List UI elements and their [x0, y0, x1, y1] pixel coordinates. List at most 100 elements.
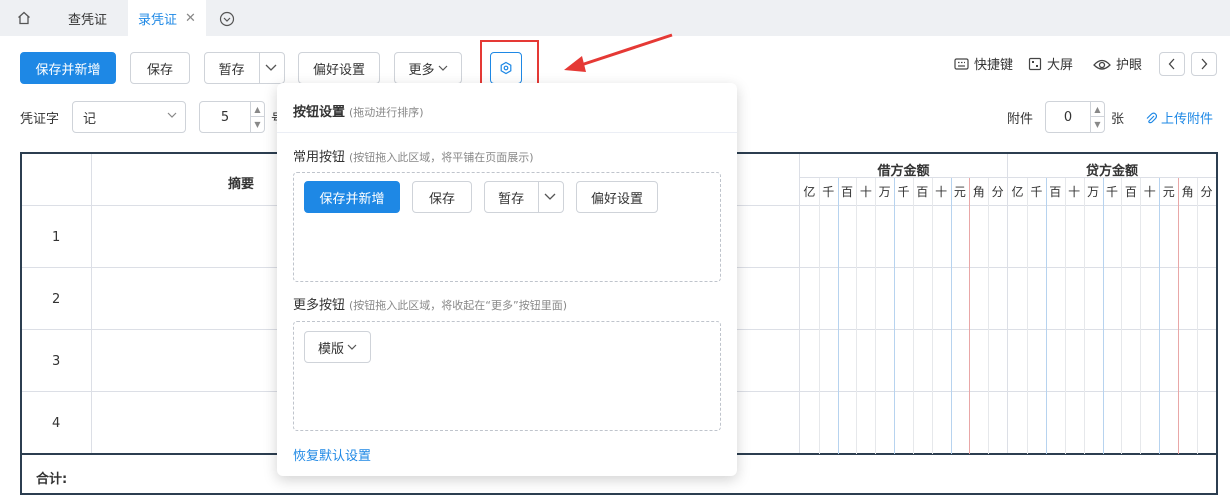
save-button[interactable]: 保存 — [130, 52, 190, 84]
save-and-new-button[interactable]: 保存并新增 — [20, 52, 116, 84]
eye-care-button[interactable]: 护眼 — [1093, 54, 1142, 73]
credit-header: 贷方金额 — [1085, 164, 1138, 179]
digit-label: 千 — [822, 185, 835, 199]
fullscreen-button[interactable]: 大屏 — [1028, 54, 1073, 73]
restore-default-link[interactable]: 恢复默认设置 — [293, 445, 371, 464]
home-icon — [18, 11, 30, 25]
digit-divider — [1159, 178, 1161, 454]
common-buttons-dropzone[interactable]: 保存并新增 保存 暂存 偏好设置 — [293, 172, 721, 282]
digit-divider — [988, 178, 990, 454]
home-tab[interactable] — [0, 0, 48, 36]
digit-label: 分 — [1200, 185, 1213, 199]
digit-divider — [1140, 178, 1142, 454]
fullscreen-label: 大屏 — [1047, 58, 1074, 73]
close-icon[interactable]: ✕ — [185, 11, 196, 26]
stepper-controls[interactable]: ▲ ▼ — [250, 102, 264, 132]
digit-label: 角 — [1181, 185, 1194, 199]
digit-divider — [912, 178, 914, 454]
increment-icon[interactable]: ▲ — [1091, 102, 1104, 117]
digit-divider — [1026, 178, 1028, 454]
digit-label: 百 — [841, 185, 854, 199]
total-label: 合计: — [36, 472, 68, 487]
digit-label: 万 — [878, 185, 891, 199]
attachment-count-stepper[interactable]: 0 ▲ ▼ — [1045, 101, 1105, 133]
chevron-left-icon — [1168, 58, 1175, 70]
digit-label: 千 — [897, 185, 910, 199]
split-divider — [538, 182, 539, 212]
button-label: 保存 — [428, 191, 455, 207]
tab-label: 查凭证 — [68, 12, 108, 28]
button-label: 偏好设置 — [312, 62, 365, 78]
keyboard-icon — [954, 57, 969, 70]
digit-label: 分 — [991, 185, 1004, 199]
row-number: 4 — [52, 416, 61, 431]
upload-label: 上传附件 — [1161, 112, 1214, 127]
increment-icon[interactable]: ▲ — [251, 102, 264, 117]
voucher-number-value: 5 — [220, 109, 230, 125]
shortcut-button[interactable]: 快捷键 — [954, 54, 1013, 73]
upload-attachment-link[interactable]: 上传附件 — [1145, 108, 1213, 127]
button-settings-popover: 按钮设置 (拖动进行排序) 常用按钮 (按钮拖入此区域，将平铺在页面展示) 保存并新… — [277, 83, 737, 476]
next-button[interactable] — [1191, 52, 1217, 76]
voucher-number-stepper[interactable]: 5 ▲ ▼ — [199, 101, 265, 133]
digit-label: 千 — [1030, 185, 1043, 199]
popover-title: 按钮设置 (拖动进行排序) — [293, 101, 424, 120]
digit-divider — [1045, 178, 1047, 454]
button-label: 偏好设置 — [590, 191, 643, 207]
row-number: 3 — [52, 354, 61, 369]
chevron-down-icon — [265, 64, 277, 71]
digit-label: 十 — [1068, 185, 1081, 199]
fullscreen-icon — [1028, 57, 1042, 70]
digit-divider — [1064, 178, 1066, 454]
temp-save-dropdown[interactable] — [258, 64, 284, 72]
button-label: 保存并新增 — [35, 62, 101, 78]
digit-divider — [894, 178, 896, 454]
digit-label: 百 — [916, 185, 929, 199]
preferences-draggable[interactable]: 偏好设置 — [576, 181, 658, 213]
stepper-controls[interactable]: ▲ ▼ — [1090, 102, 1104, 132]
voucher-word-select[interactable]: 记 — [72, 101, 186, 133]
digit-label: 元 — [953, 185, 966, 199]
temp-save-draggable[interactable]: 暂存 — [484, 181, 564, 213]
more-hint: (按钮拖入此区域，将收起在“更多”按钮里面) — [349, 299, 567, 312]
dropdown-arrow — [537, 193, 563, 201]
save-and-new-draggable[interactable]: 保存并新增 — [304, 181, 400, 213]
voucher-word-value: 记 — [83, 111, 97, 127]
digit-label: 十 — [859, 185, 872, 199]
digit-label: 万 — [1087, 185, 1100, 199]
save-draggable[interactable]: 保存 — [412, 181, 472, 213]
tab-record-voucher[interactable]: 录凭证 ✕ — [128, 0, 206, 36]
prev-button[interactable] — [1159, 52, 1185, 76]
chevron-down-icon — [167, 112, 177, 118]
digit-divider — [818, 178, 820, 454]
popover-title-hint: (拖动进行排序) — [349, 106, 424, 119]
attachment-count: 0 — [1063, 109, 1073, 125]
tab-label: 录凭证 — [138, 12, 178, 28]
chevron-down-icon — [438, 65, 447, 71]
more-title-text: 更多按钮 — [293, 298, 346, 313]
decrement-icon[interactable]: ▼ — [251, 117, 264, 132]
col-divider — [91, 154, 92, 454]
eye-icon — [1093, 59, 1111, 70]
shortcut-label: 快捷键 — [974, 58, 1014, 73]
row-number: 1 — [52, 230, 61, 245]
digit-divider — [856, 178, 858, 454]
decrement-icon[interactable]: ▼ — [1091, 117, 1104, 132]
digit-divider — [969, 178, 971, 454]
paperclip-icon — [1146, 112, 1157, 123]
digit-label: 亿 — [1011, 185, 1024, 199]
button-label: 更多 — [408, 62, 435, 78]
template-draggable[interactable]: 模版 — [304, 331, 371, 363]
summary-header: 摘要 — [228, 177, 255, 192]
tab-dropdown[interactable] — [217, 9, 237, 29]
digit-divider — [1102, 178, 1104, 454]
digit-divider — [1178, 178, 1180, 454]
preferences-button[interactable]: 偏好设置 — [298, 52, 380, 84]
temp-save-button[interactable]: 暂存 — [205, 59, 258, 78]
popover-title-text: 按钮设置 — [293, 105, 346, 120]
digit-divider — [837, 178, 839, 454]
digit-divider — [1121, 178, 1123, 454]
tab-query-voucher[interactable]: 查凭证 — [56, 0, 119, 36]
more-buttons-dropzone[interactable]: 模版 — [293, 321, 721, 431]
more-button[interactable]: 更多 — [394, 52, 462, 84]
